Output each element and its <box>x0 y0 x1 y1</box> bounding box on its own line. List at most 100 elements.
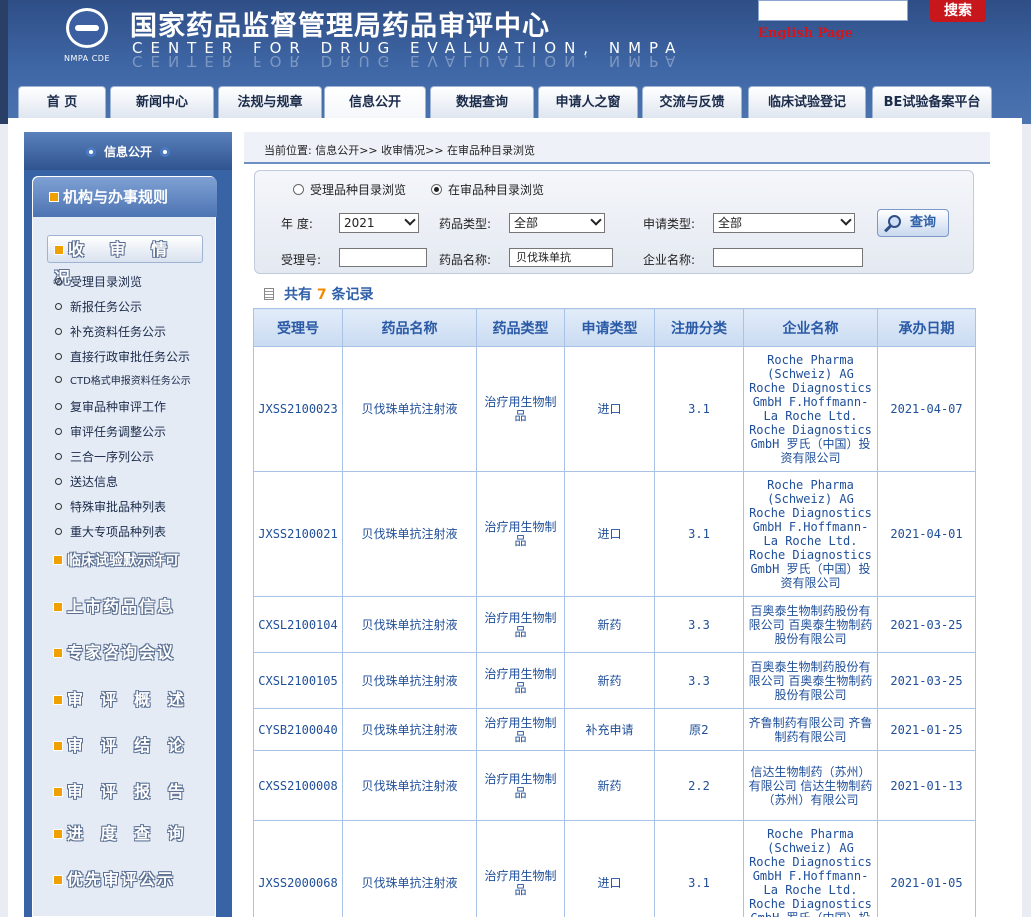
apply-type-cell: 进口 <box>564 471 655 597</box>
sidebar-item-special-approval[interactable]: 特殊审批品种列表 <box>55 497 166 517</box>
apply-type-select[interactable]: 全部 <box>713 213 855 233</box>
accept-no-cell[interactable]: CXSL2100104 <box>253 596 343 653</box>
table-row: CXSL2100105 贝伐珠单抗注射液 治疗用生物制品 新药 3.3 百奥泰生… <box>253 652 976 709</box>
sidebar-item-accept-list[interactable]: 受理目录浏览 <box>55 272 142 292</box>
sidebar-item-task-adjust[interactable]: 审评任务调整公示 <box>55 422 166 442</box>
drug-type-select[interactable]: 全部 <box>509 213 605 233</box>
sidebar-item-ctd[interactable]: CTD格式申报资料任务公示 <box>55 372 191 392</box>
circle-bullet-icon <box>55 453 62 460</box>
date-cell: 2021-03-25 <box>877 596 976 653</box>
nav-tab-info-disclosure[interactable]: 信息公开 <box>324 86 426 122</box>
drug-name-input[interactable]: 贝伐珠单抗 <box>509 248 613 267</box>
sidebar-section-progress-query[interactable]: 进 度 查 询 <box>53 820 190 848</box>
logo-emblem-icon <box>66 8 108 48</box>
nav-tab-clinical-trial[interactable]: 临床试验登记 <box>748 86 866 118</box>
sidebar-item-supplement-tasks[interactable]: 补充资料任务公示 <box>55 322 166 342</box>
company-cell: 齐鲁制药有限公司 齐鲁制药有限公司 <box>743 708 878 751</box>
radio-under-review-list[interactable]: 在审品种目录浏览 <box>431 181 544 198</box>
sidebar-section-review-overview[interactable]: 审 评 概 述 <box>53 686 190 714</box>
column-header-company[interactable]: 企业名称 <box>743 308 878 347</box>
apply-type-cell: 进口 <box>564 820 655 917</box>
table-row: JXSS2100021 贝伐珠单抗注射液 治疗用生物制品 进口 3.1 Roch… <box>253 471 976 597</box>
sidebar-item-new-tasks[interactable]: 新报任务公示 <box>55 297 142 317</box>
nav-tab-regulations[interactable]: 法规与规章 <box>218 86 322 118</box>
apply-type-cell: 新药 <box>564 596 655 653</box>
breadcrumb-divider <box>244 162 990 164</box>
date-cell: 2021-04-01 <box>877 471 976 597</box>
drug-type-cell: 治疗用生物制品 <box>476 820 565 917</box>
drug-name-cell: 贝伐珠单抗注射液 <box>342 471 477 597</box>
main-nav: 首 页 新闻中心 法规与规章 信息公开 数据查询 申请人之窗 交流与反馈 临床试… <box>14 86 1024 122</box>
drug-name-cell: 贝伐珠单抗注射液 <box>342 750 477 821</box>
accept-no-cell[interactable]: JXSS2100021 <box>253 471 343 597</box>
drug-type-cell: 治疗用生物制品 <box>476 652 565 709</box>
apply-type-label: 申请类型: <box>643 217 696 231</box>
nav-tab-be-platform[interactable]: BE试验备案平台 <box>872 86 992 118</box>
cde-logo[interactable]: NMPA CDE <box>56 4 118 66</box>
sidebar-group-review-status[interactable]: 收 审 情 况 <box>47 235 203 287</box>
reg-class-cell: 3.1 <box>654 471 744 597</box>
sidebar-item-direct-approval[interactable]: 直接行政审批任务公示 <box>55 347 190 367</box>
sidebar: 信息公开 机构与办事规则 收 审 情 况 受理目录浏览 新报任务公示 补充资料任… <box>24 132 232 917</box>
radio-accept-list[interactable]: 受理品种目录浏览 <box>293 181 406 198</box>
date-cell: 2021-04-07 <box>877 346 976 472</box>
date-cell: 2021-01-13 <box>877 750 976 821</box>
year-select[interactable]: 2021 <box>339 213 419 233</box>
accept-no-cell[interactable]: CXSL2100105 <box>253 652 343 709</box>
apply-type-cell: 新药 <box>564 652 655 709</box>
square-bullet-icon <box>49 192 59 202</box>
sidebar-item-three-in-one[interactable]: 三合一序列公示 <box>55 447 154 467</box>
accept-no-cell[interactable]: JXSS2000068 <box>253 820 343 917</box>
english-page-link[interactable]: English Page <box>758 26 853 41</box>
accept-no-cell[interactable]: JXSS2100023 <box>253 346 343 472</box>
sidebar-item-delivery[interactable]: 送达信息 <box>55 472 118 492</box>
sidebar-section-label: 上市药品信息 <box>67 597 176 616</box>
sidebar-item-label: CTD格式申报资料任务公示 <box>70 376 191 387</box>
nav-tab-home[interactable]: 首 页 <box>18 86 106 118</box>
sidebar-section-label: 审 评 概 述 <box>67 690 190 709</box>
column-header-drug-type[interactable]: 药品类型 <box>476 308 565 347</box>
accept-no-cell[interactable]: CYSB2100040 <box>253 708 343 751</box>
sidebar-section-review-conclusion[interactable]: 审 评 结 论 <box>53 732 190 760</box>
query-button[interactable]: 查询 <box>877 209 949 237</box>
nav-tab-feedback[interactable]: 交流与反馈 <box>642 86 742 118</box>
radio-off-icon <box>293 184 304 195</box>
site-search-input[interactable] <box>758 0 908 21</box>
chevron-down-icon <box>404 214 416 226</box>
sidebar-section-review-report[interactable]: 审 评 报 告 <box>53 778 190 806</box>
column-header-accept-no[interactable]: 受理号 <box>253 308 343 347</box>
record-count-suffix: 条记录 <box>331 287 374 303</box>
reg-class-cell: 3.3 <box>654 652 744 709</box>
sidebar-section-label: 审 评 结 论 <box>67 736 190 755</box>
sidebar-section-priority-review[interactable]: 优先审评公示 <box>53 866 175 894</box>
sidebar-section-expert-meeting[interactable]: 专家咨询会议 <box>53 639 175 667</box>
site-search-button[interactable]: 搜索 <box>930 0 986 22</box>
sidebar-section-label: 临床试验默示许可 <box>67 553 179 569</box>
reg-class-cell: 原2 <box>654 708 744 751</box>
nav-tab-applicant[interactable]: 申请人之窗 <box>538 86 638 118</box>
column-header-reg-class[interactable]: 注册分类 <box>654 308 744 347</box>
nav-tab-data-query[interactable]: 数据查询 <box>430 86 534 118</box>
accept-no-input[interactable] <box>339 248 427 267</box>
drug-type-label: 药品类型: <box>439 217 492 231</box>
sidebar-section-clinical-permit[interactable]: 临床试验默示许可 <box>53 547 179 575</box>
sidebar-section-marketed-drugs[interactable]: 上市药品信息 <box>53 593 175 621</box>
table-row: JXSS2000068 贝伐珠单抗注射液 治疗用生物制品 进口 3.1 Roch… <box>253 820 976 917</box>
accept-no-cell[interactable]: CXSS2100008 <box>253 750 343 821</box>
company-cell: 百奥泰生物制药股份有限公司 百奥泰生物制药股份有限公司 <box>743 652 878 709</box>
column-header-drug-name[interactable]: 药品名称 <box>342 308 477 347</box>
sidebar-item-label: 补充资料任务公示 <box>70 325 167 339</box>
site-title-en-reflection: CENTER FOR DRUG EVALUATION, NMPA <box>132 52 684 70</box>
sidebar-group-rules[interactable]: 机构与办事规则 <box>33 177 217 217</box>
square-bullet-icon <box>53 648 63 658</box>
sidebar-item-major-projects[interactable]: 重大专项品种列表 <box>55 522 166 542</box>
apply-type-cell: 补充申请 <box>564 708 655 751</box>
nav-tab-news[interactable]: 新闻中心 <box>110 86 214 118</box>
accept-no-label: 受理号: <box>281 253 322 267</box>
record-count: 共有 7 条记录 <box>264 284 374 304</box>
column-header-date[interactable]: 承办日期 <box>877 308 976 347</box>
company-input[interactable] <box>713 248 863 267</box>
square-bullet-icon <box>53 741 63 751</box>
sidebar-item-re-review[interactable]: 复审品种审评工作 <box>55 397 166 417</box>
column-header-apply-type[interactable]: 申请类型 <box>564 308 655 347</box>
